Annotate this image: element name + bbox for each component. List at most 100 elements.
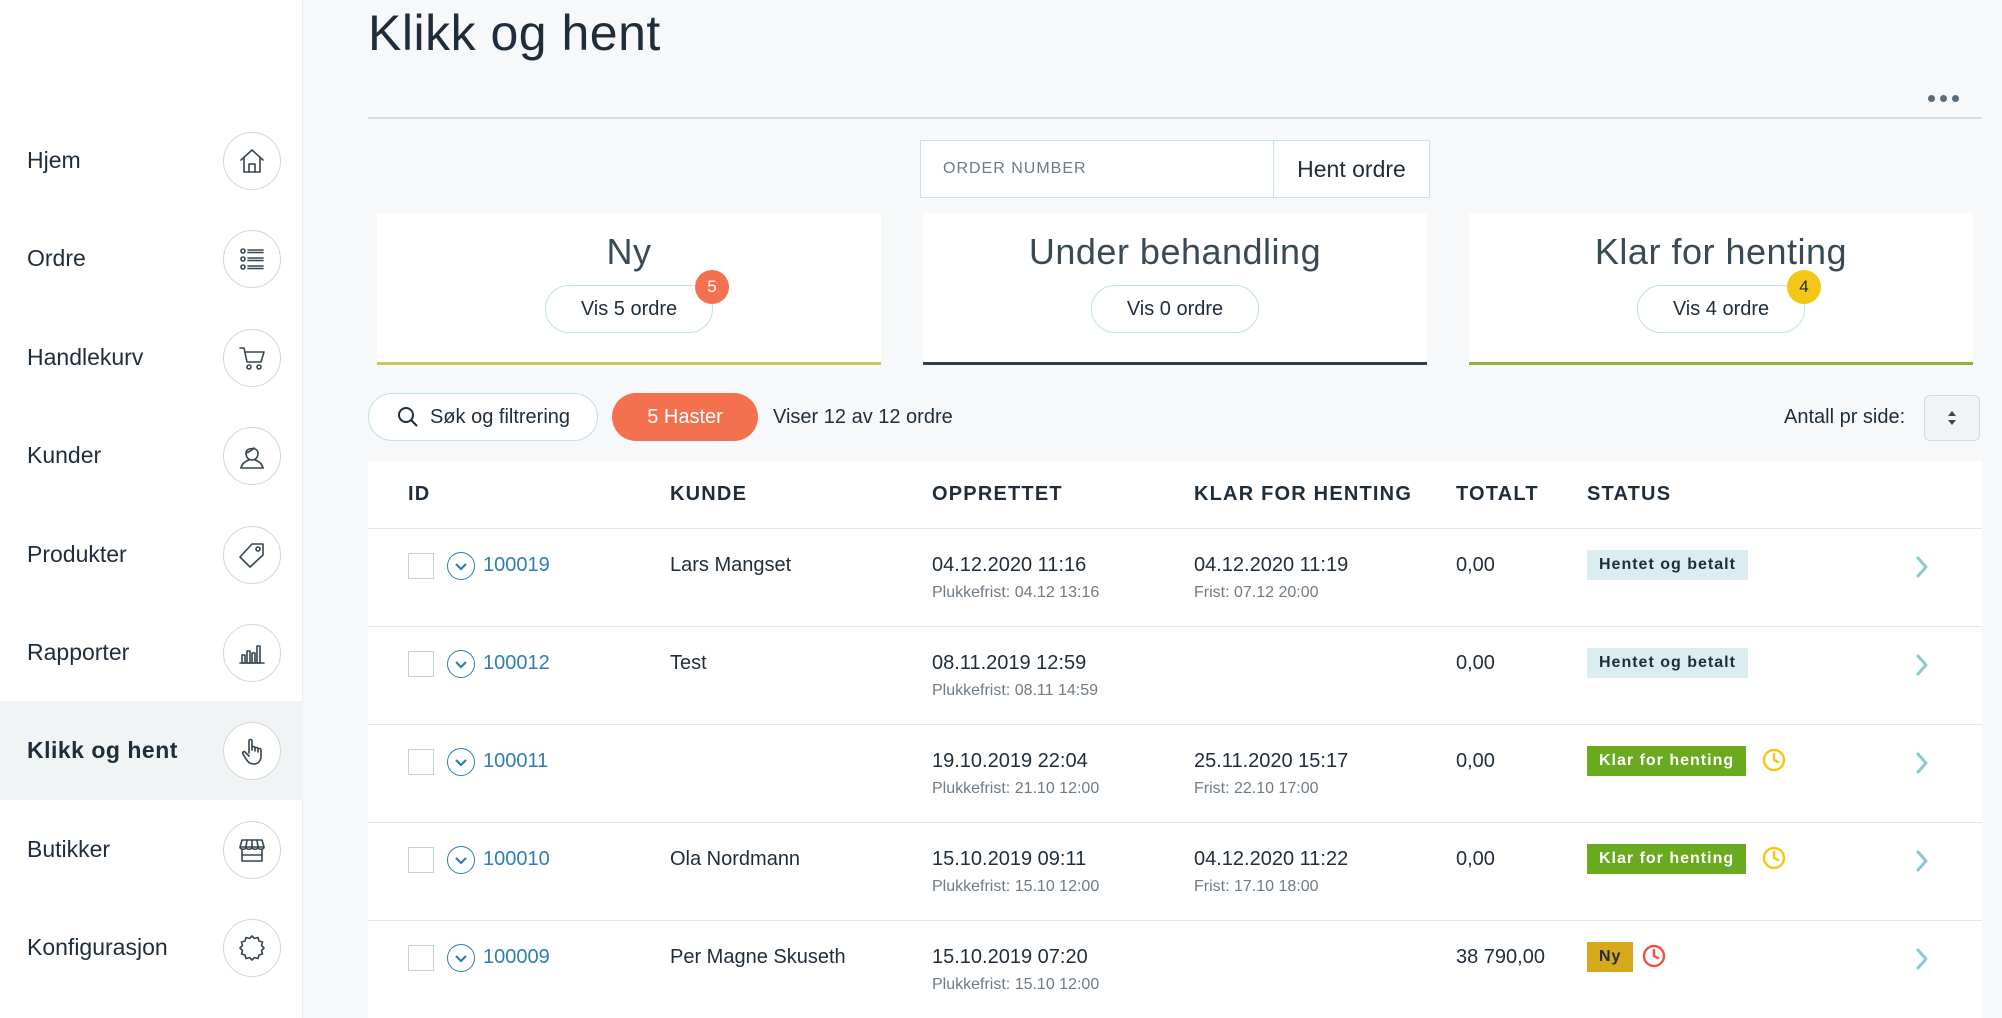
search-icon	[397, 407, 418, 427]
sidebar-item-label: Ordre	[27, 245, 86, 271]
table-row[interactable]: 100019 Lars Mangset 04.12.2020 11:16 Plukke…	[368, 529, 1982, 627]
expand-row-button[interactable]	[447, 748, 475, 776]
table-header: ID KUNDE OPPRETTET KLAR FOR HENTING TOTA…	[368, 461, 1982, 529]
sidebar-item-klikk-og-hent[interactable]: Klikk og hent	[0, 701, 303, 800]
header-divider	[368, 117, 1982, 119]
cart-icon	[223, 328, 281, 387]
card-underline	[377, 362, 881, 365]
show-ready-orders-button[interactable]: Vis 4 ordre	[1637, 285, 1805, 333]
chevron-right-icon[interactable]	[1910, 749, 1934, 777]
count-badge: 5	[695, 270, 729, 304]
order-id-link[interactable]: 100010	[483, 848, 550, 871]
order-total: 0,00	[1456, 652, 1495, 674]
sidebar-item-label: Konfigurasjon	[27, 934, 168, 960]
table-row[interactable]: 100011 19.10.2019 22:04 Plukkefrist: 21.10…	[368, 725, 1982, 823]
chevron-right-icon[interactable]	[1910, 945, 1934, 973]
chevron-right-icon[interactable]	[1910, 847, 1934, 875]
expand-row-button[interactable]	[447, 650, 475, 678]
row-checkbox[interactable]	[408, 749, 434, 775]
show-new-orders-button[interactable]: Vis 5 ordre	[545, 285, 713, 333]
sidebar-item-konfigurasjon[interactable]: Konfigurasjon	[0, 898, 303, 997]
expand-row-button[interactable]	[447, 552, 475, 580]
column-header-status[interactable]: STATUS	[1587, 483, 1671, 506]
chevron-down-icon	[455, 955, 467, 963]
order-id-link[interactable]: 100012	[483, 652, 550, 675]
sidebar-item-butikker[interactable]: Butikker	[0, 800, 303, 899]
sidebar-item-label: Produkter	[27, 541, 127, 567]
clock-icon	[1761, 747, 1787, 773]
created-date: 15.10.2019 09:11	[932, 848, 1087, 870]
home-icon	[223, 131, 281, 190]
sidebar-item-label: Rapporter	[27, 639, 130, 665]
order-id-link[interactable]: 100019	[483, 554, 550, 577]
clock-icon	[1641, 943, 1667, 969]
sidebar-item-label: Handlekurv	[27, 344, 144, 370]
fetch-order-button[interactable]: Hent ordre	[1273, 141, 1429, 197]
sidebar: Hjem Ordre Handlekurv Kunder Produkter R…	[0, 0, 303, 1018]
pickup-deadline: Frist: 07.12 20:00	[1194, 584, 1319, 601]
row-checkbox[interactable]	[408, 847, 434, 873]
order-id-link[interactable]: 100011	[483, 750, 548, 773]
customer-name: Per Magne Skuseth	[670, 946, 846, 968]
ready-date: 04.12.2020 11:19	[1194, 554, 1349, 576]
sidebar-item-label: Hjem	[27, 147, 81, 173]
status-badge: Klar for henting	[1587, 746, 1747, 776]
customer-name: Lars Mangset	[670, 554, 792, 576]
per-page-select[interactable]	[1924, 395, 1980, 441]
updown-arrows-icon	[1948, 411, 1956, 425]
card-in-progress: Under behandling Vis 0 ordre	[923, 213, 1427, 365]
customer-name: Test	[670, 652, 707, 674]
chevron-right-icon[interactable]	[1910, 651, 1934, 679]
column-header-created[interactable]: OPPRETTET	[932, 483, 1063, 506]
table-row[interactable]: 100009 Per Magne Skuseth 15.10.2019 07:20 P…	[368, 921, 1982, 1018]
row-checkbox[interactable]	[408, 553, 434, 579]
row-checkbox[interactable]	[408, 651, 434, 677]
sidebar-item-handlekurv[interactable]: Handlekurv	[0, 308, 303, 407]
card-ready: Klar for henting Vis 4 ordre 4	[1469, 213, 1973, 365]
page-title: Klikk og hent	[368, 5, 661, 61]
per-page-label: Antall pr side:	[1784, 406, 1906, 428]
status-badge: Ny	[1587, 942, 1634, 972]
sidebar-item-kunder[interactable]: Kunder	[0, 406, 303, 505]
showing-count: Viser 12 av 12 ordre	[773, 406, 953, 428]
column-header-customer[interactable]: KUNDE	[670, 483, 747, 506]
status-badge: Hentet og betalt	[1587, 550, 1748, 580]
column-header-id[interactable]: ID	[408, 483, 430, 506]
created-date: 15.10.2019 07:20	[932, 946, 1088, 968]
sidebar-item-produkter[interactable]: Produkter	[0, 505, 303, 604]
pointer-hand-icon	[223, 721, 281, 780]
tag-icon	[223, 525, 281, 584]
chevron-down-icon	[455, 661, 467, 669]
row-checkbox[interactable]	[408, 945, 434, 971]
ready-date: 25.11.2020 15:17	[1194, 750, 1349, 772]
order-id-link[interactable]: 100009	[483, 946, 550, 969]
order-total: 0,00	[1456, 554, 1495, 576]
chevron-down-icon	[455, 563, 467, 571]
sidebar-item-rapporter[interactable]: Rapporter	[0, 603, 303, 702]
search-filter-button[interactable]: Søk og filtrering	[368, 393, 598, 441]
card-title: Ny	[606, 231, 652, 272]
column-header-total[interactable]: TOTALT	[1456, 483, 1539, 506]
pickup-deadline: Frist: 17.10 18:00	[1194, 878, 1319, 895]
chevron-right-icon[interactable]	[1910, 553, 1934, 581]
sidebar-item-hjem[interactable]: Hjem	[0, 111, 303, 210]
list-icon	[223, 229, 281, 288]
count-badge: 4	[1787, 270, 1821, 304]
card-underline	[1469, 362, 1973, 365]
show-in-progress-orders-button[interactable]: Vis 0 ordre	[1091, 285, 1259, 333]
card-title: Under behandling	[1028, 231, 1322, 272]
urgent-orders-button[interactable]: 5 Haster	[612, 393, 758, 441]
search-filter-label: Søk og filtrering	[429, 405, 571, 428]
status-badge: Hentet og betalt	[1587, 648, 1748, 678]
table-row[interactable]: 100010 Ola Nordmann 15.10.2019 09:11 Plukke…	[368, 823, 1982, 921]
sidebar-item-ordre[interactable]: Ordre	[0, 209, 303, 308]
order-total: 0,00	[1456, 848, 1495, 870]
table-row[interactable]: 100012 Test 08.11.2019 12:59 Plukkefrist: 0…	[368, 627, 1982, 725]
column-header-ready[interactable]: KLAR FOR HENTING	[1194, 483, 1412, 506]
more-menu-icon[interactable]	[1925, 86, 1961, 110]
expand-row-button[interactable]	[447, 846, 475, 874]
order-number-input[interactable]	[921, 141, 1273, 197]
expand-row-button[interactable]	[447, 944, 475, 972]
user-icon	[223, 426, 281, 485]
chevron-down-icon	[455, 759, 467, 767]
